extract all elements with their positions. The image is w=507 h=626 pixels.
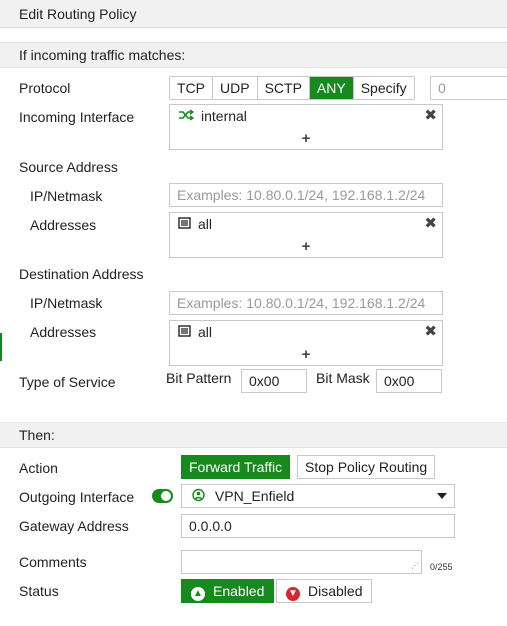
status-disabled-label: Disabled	[308, 583, 363, 599]
then-section-header: Then:	[0, 422, 507, 448]
bit-pattern-label: Bit Pattern	[166, 370, 232, 386]
outgoing-interface-toggle[interactable]	[152, 489, 173, 503]
resize-handle-icon[interactable]: ⋰	[411, 561, 419, 570]
dialog-title: Edit Routing Policy	[0, 0, 507, 28]
gateway-label: Gateway Address	[19, 518, 129, 534]
source-ip-label: IP/Netmask	[30, 188, 103, 204]
incoming-interface-entry[interactable]: internal	[178, 108, 247, 124]
protocol-selector: TCP UDP SCTP ANY Specify	[169, 76, 415, 100]
incoming-interface-label: Incoming Interface	[19, 109, 135, 125]
vpn-tunnel-icon	[192, 486, 205, 507]
address-object-icon	[178, 216, 191, 232]
destination-ip-label: IP/Netmask	[30, 295, 103, 311]
remove-destination-address-close-icon[interactable]: ✖	[424, 322, 437, 340]
source-address-heading: Source Address	[19, 159, 118, 175]
status-label: Status	[19, 583, 59, 599]
arrow-down-circle-icon: ▼	[286, 587, 300, 601]
left-edge-marker	[0, 333, 2, 361]
bit-mask-label: Bit Mask	[316, 370, 370, 386]
destination-address-heading: Destination Address	[19, 266, 144, 282]
bit-mask-input[interactable]: 0x00	[376, 369, 442, 393]
action-label: Action	[19, 460, 58, 476]
remove-interface-close-icon[interactable]: ✖	[424, 106, 437, 124]
match-section-header: If incoming traffic matches:	[0, 42, 507, 68]
protocol-option-udp[interactable]: UDP	[213, 77, 258, 99]
bit-pattern-input[interactable]: 0x00	[241, 369, 307, 393]
shuffle-arrows-icon	[178, 108, 195, 124]
destination-address-entry[interactable]: all	[178, 324, 212, 340]
add-source-address-plus-icon[interactable]: +	[302, 238, 311, 255]
destination-addresses-field[interactable]: all ✖ +	[169, 320, 443, 366]
comments-textarea[interactable]	[181, 550, 422, 574]
status-enabled-button[interactable]: ▲ Enabled	[181, 579, 275, 603]
destination-ip-input[interactable]: Examples: 10.80.0.1/24, 192.168.1.2/24	[169, 291, 443, 315]
arrow-up-circle-icon: ▲	[191, 587, 205, 601]
destination-addresses-label: Addresses	[30, 324, 97, 340]
incoming-interface-field[interactable]: internal ✖ +	[169, 104, 443, 150]
incoming-interface-value: internal	[201, 108, 247, 124]
remove-source-address-close-icon[interactable]: ✖	[424, 214, 437, 232]
source-address-entry[interactable]: all	[178, 216, 212, 232]
comments-counter: 0/255	[430, 562, 453, 572]
status-disabled-button[interactable]: ▼ Disabled	[276, 579, 373, 603]
source-addresses-field[interactable]: all ✖ +	[169, 212, 443, 258]
destination-address-value: all	[198, 324, 213, 340]
stop-policy-routing-button[interactable]: Stop Policy Routing	[297, 455, 436, 479]
source-address-value: all	[198, 216, 213, 232]
outgoing-interface-value: VPN_Enfield	[214, 488, 295, 504]
add-interface-plus-icon[interactable]: +	[302, 130, 311, 147]
outgoing-interface-select[interactable]: VPN_Enfield	[181, 484, 455, 508]
protocol-option-any[interactable]: ANY	[309, 77, 354, 99]
outgoing-interface-label: Outgoing Interface	[19, 489, 135, 505]
status-enabled-label: Enabled	[213, 583, 265, 599]
chevron-down-icon	[437, 493, 447, 499]
gateway-input[interactable]: 0.0.0.0	[181, 514, 455, 538]
comments-label: Comments	[19, 554, 87, 570]
protocol-option-specify[interactable]: Specify	[353, 77, 414, 99]
protocol-option-sctp[interactable]: SCTP	[257, 77, 310, 99]
forward-traffic-button[interactable]: Forward Traffic	[181, 455, 291, 479]
protocol-label: Protocol	[19, 80, 71, 96]
source-addresses-label: Addresses	[30, 217, 97, 233]
protocol-number-input[interactable]: 0	[430, 76, 507, 100]
protocol-option-tcp[interactable]: TCP	[170, 77, 213, 99]
tos-label: Type of Service	[19, 374, 116, 390]
add-destination-address-plus-icon[interactable]: +	[302, 346, 311, 363]
address-object-icon	[178, 324, 191, 340]
source-ip-input[interactable]: Examples: 10.80.0.1/24, 192.168.1.2/24	[169, 183, 443, 207]
